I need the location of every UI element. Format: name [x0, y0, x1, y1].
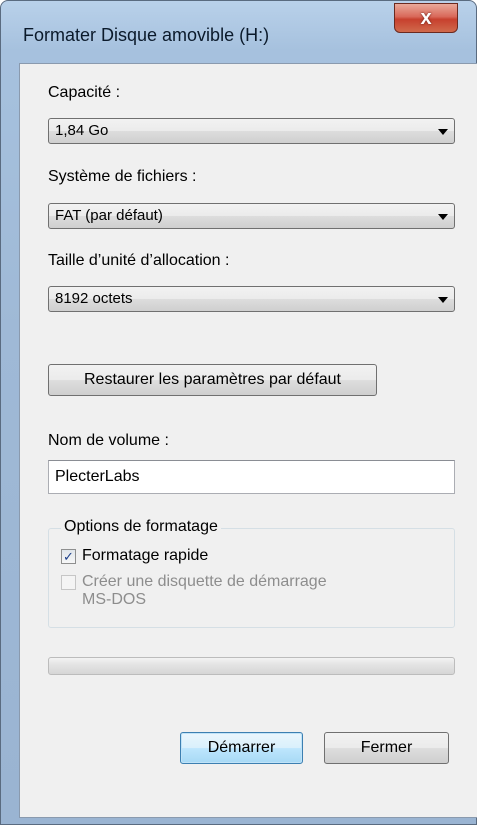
start-button-label: Démarrer: [207, 739, 276, 756]
allocation-select[interactable]: 8192 octets: [48, 286, 455, 312]
window-title: Formater Disque amovible (H:): [23, 25, 270, 45]
volume-name-input[interactable]: PlecterLabs: [48, 460, 455, 494]
msdos-startup-label-line1: Créer une disquette de démarrage: [82, 573, 327, 590]
restore-defaults-button[interactable]: Restaurer les paramètres par défaut: [48, 364, 377, 396]
capacity-label: Capacité :: [48, 84, 121, 101]
format-dialog-window: Formater Disque amovible (H:) x Capacité…: [0, 0, 477, 825]
filesystem-label: Système de fichiers :: [48, 168, 197, 185]
filesystem-select[interactable]: FAT (par défaut): [48, 203, 455, 229]
allocation-value: 8192 octets: [55, 290, 133, 307]
volume-label: Nom de volume :: [48, 432, 169, 449]
msdos-startup-checkbox: [61, 575, 76, 590]
volume-name-value: PlecterLabs: [55, 468, 140, 485]
chevron-down-icon: [438, 297, 448, 303]
quick-format-checkbox[interactable]: ✓: [61, 549, 76, 564]
msdos-startup-label-line2: MS-DOS: [82, 591, 146, 608]
filesystem-value: FAT (par défaut): [55, 207, 163, 224]
close-button-label: Fermer: [360, 739, 413, 756]
close-icon: x: [420, 6, 432, 29]
quick-format-label: Formatage rapide: [82, 547, 209, 564]
capacity-select[interactable]: 1,84 Go: [48, 118, 455, 144]
title-bar[interactable]: Formater Disque amovible (H:) x: [1, 1, 476, 63]
restore-defaults-label: Restaurer les paramètres par défaut: [83, 371, 341, 388]
format-options-legend: Options de formatage: [61, 518, 221, 536]
chevron-down-icon: [438, 129, 448, 135]
close-window-button[interactable]: x: [394, 3, 458, 33]
checkmark-icon: ✓: [63, 549, 74, 564]
format-progress-bar: [48, 657, 455, 675]
allocation-label: Taille d’unité d’allocation :: [48, 252, 230, 269]
chevron-down-icon: [438, 214, 448, 220]
close-button[interactable]: Fermer: [324, 732, 449, 764]
msdos-startup-label: Créer une disquette de démarrage MS-DOS: [82, 573, 327, 609]
format-options-group: Options de formatage ✓ Formatage rapide …: [48, 518, 455, 628]
msdos-startup-option: Créer une disquette de démarrage MS-DOS: [61, 573, 327, 609]
dialog-client-area: Capacité : 1,84 Go Système de fichiers :…: [19, 63, 477, 818]
quick-format-option[interactable]: ✓ Formatage rapide: [61, 547, 208, 565]
capacity-value: 1,84 Go: [55, 122, 109, 139]
start-button[interactable]: Démarrer: [180, 732, 303, 764]
